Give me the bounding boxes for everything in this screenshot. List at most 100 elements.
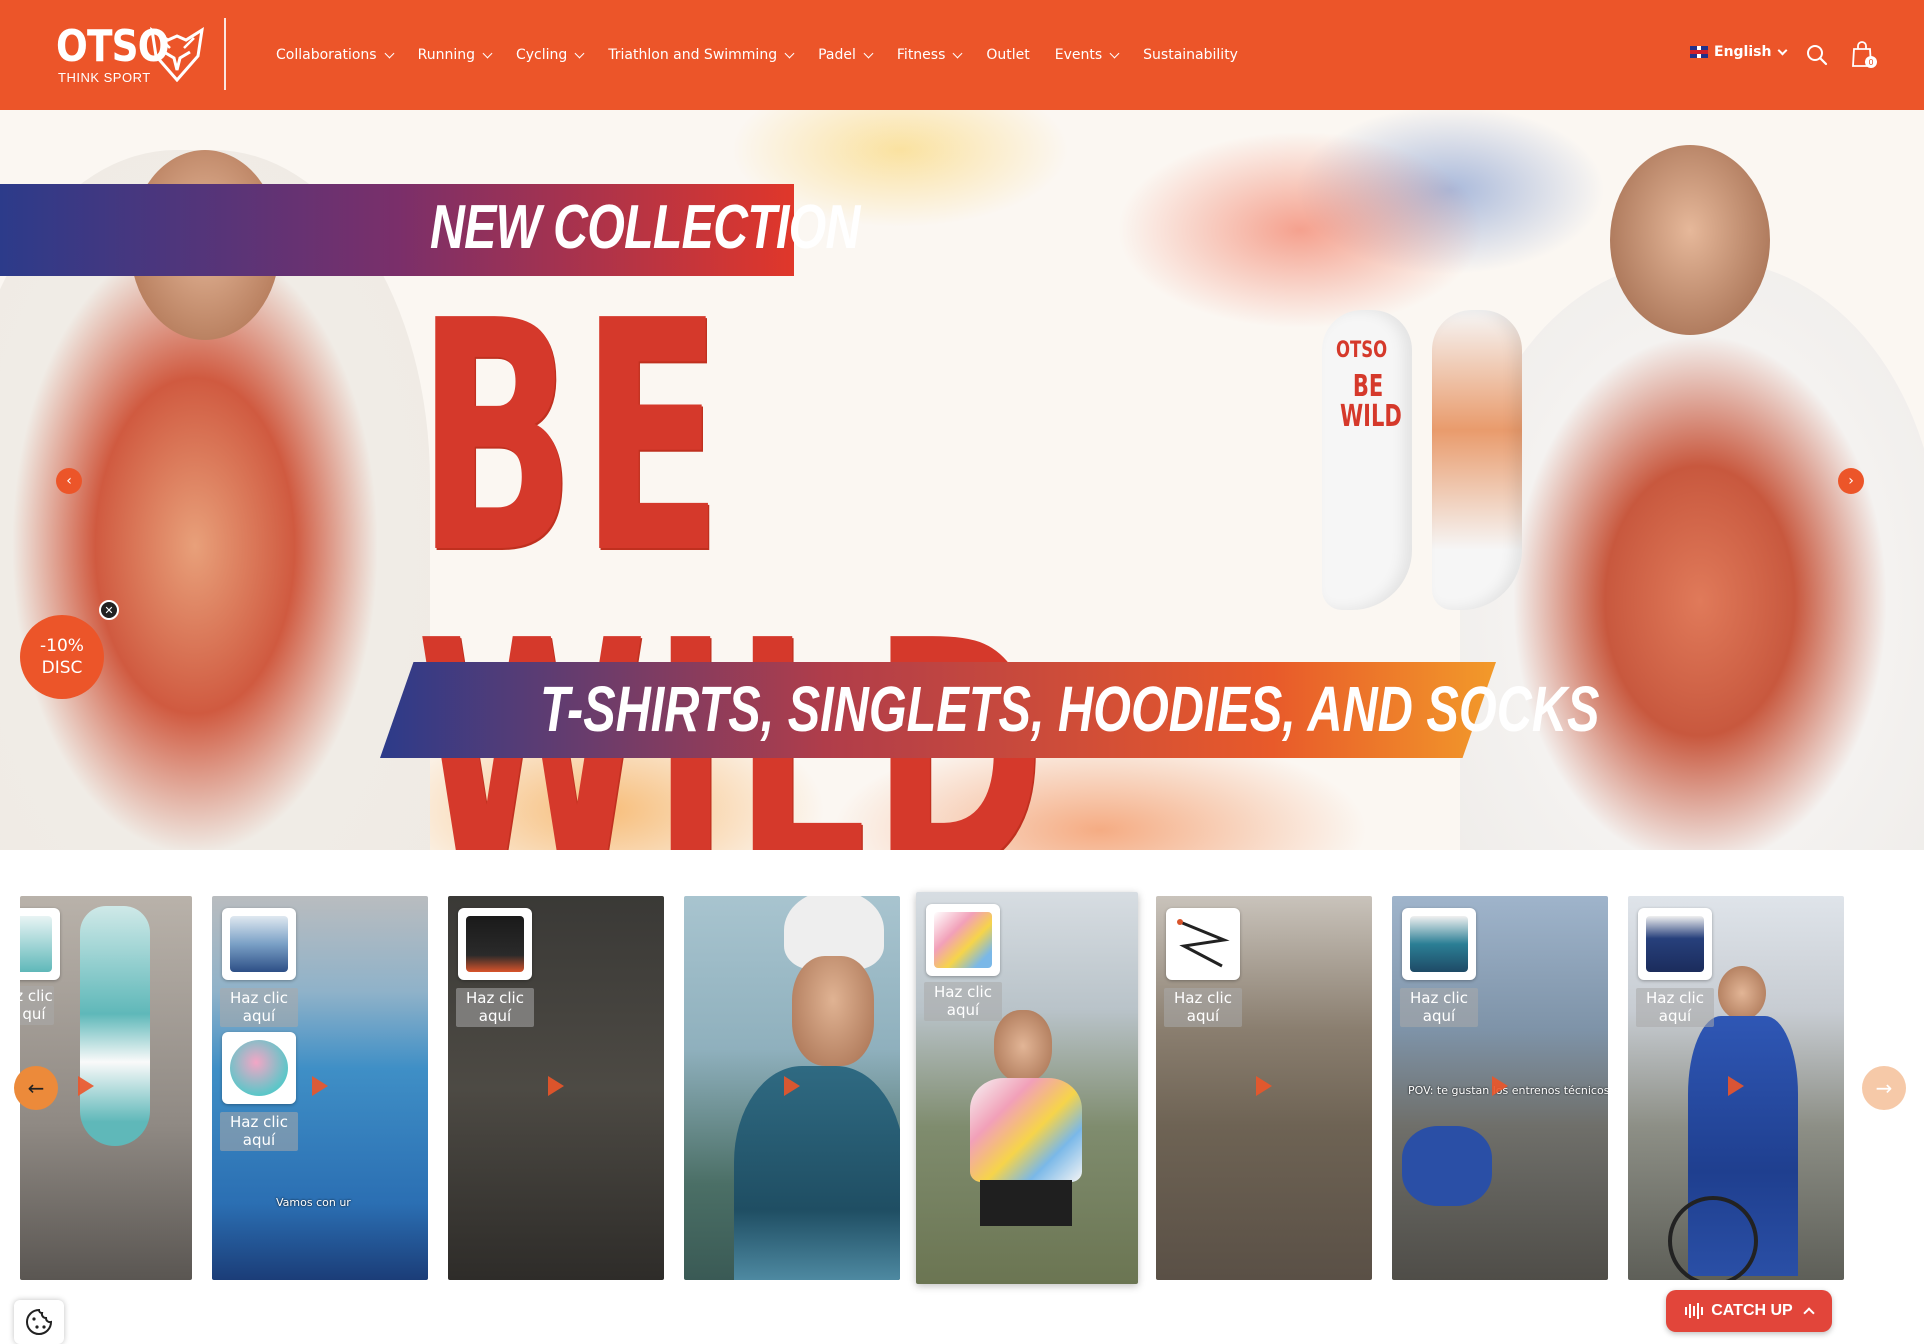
nav-triathlon-swimming[interactable]: Triathlon and Swimming [608,47,795,63]
chevron-down-icon [384,48,395,59]
brand-tagline: THINK SPORT [58,70,151,85]
play-icon[interactable] [784,1076,800,1096]
nav-fitness[interactable]: Fitness [896,47,963,63]
video-card[interactable]: Haz clic aquí [448,896,664,1280]
main-nav: Collaborations Running Cycling Triathlon… [276,0,1263,110]
product-thumbnail[interactable] [1166,908,1240,980]
gloves-image [1410,916,1468,972]
cyclist-face [1718,966,1766,1020]
hero-next-button[interactable]: › [1838,468,1864,494]
shopping-bag-icon[interactable]: 0 [1850,40,1878,70]
fox-logo-icon [150,26,204,82]
cta-label: Haz clic [1174,989,1232,1007]
cta-label: aquí [242,1131,276,1149]
product-thumbnail[interactable] [458,908,532,980]
product-image [466,916,524,972]
sock-video-frame [80,906,150,1146]
nav-events[interactable]: Events [1054,47,1120,63]
cta-button[interactable]: Haz clic aquí [456,988,534,1027]
discount-badge[interactable]: -10% DISC [20,615,104,699]
glove-hand [1402,1126,1492,1206]
cta-label: Haz clic [230,1113,288,1131]
cta-label: aquí [1658,1007,1692,1025]
cta-button[interactable]: Haz clic aquí [1400,988,1478,1027]
nav-label: Sustainability [1143,47,1238,63]
jacket-image [1646,916,1704,972]
nav-label: Events [1054,47,1103,63]
cta-button[interactable]: Haz clic aquí [220,1112,298,1151]
swim-cap-image [230,1040,288,1096]
product-thumbnail[interactable] [222,1032,296,1104]
products-label: T-SHIRTS, SINGLETS, HOODIES, AND SOCKS [540,673,1600,745]
close-icon[interactable]: ✕ [99,600,119,620]
cta-button[interactable]: Haz clic aquí [924,982,1002,1021]
cta-label: aquí [1422,1007,1456,1025]
cart-count: 0 [1868,58,1873,67]
product-thumbnail[interactable] [926,904,1000,976]
brand-logo[interactable]: OTSO THINK SPORT [56,22,206,88]
search-icon[interactable] [1806,44,1828,66]
cta-label: quí [22,1005,46,1023]
catch-up-label: CATCH UP [1711,1302,1793,1319]
arrow-left-icon: ← [27,1076,45,1100]
sock-text-line: WILD [1340,399,1402,434]
chevron-up-icon [1803,1307,1815,1319]
cta-label: Haz clic [934,983,992,1001]
video-card[interactable]: Haz clic aquí POV: te gustan los entrenos… [1392,896,1608,1280]
play-icon[interactable] [1492,1076,1508,1096]
nav-label: Fitness [896,47,946,63]
nav-outlet[interactable]: Outlet [986,47,1029,63]
cta-button[interactable]: Haz clic aquí [220,988,298,1027]
cookie-settings-button[interactable] [14,1300,64,1344]
play-icon[interactable] [548,1076,564,1096]
cta-label: aquí [242,1007,276,1025]
nav-collaborations[interactable]: Collaborations [276,47,395,63]
video-card[interactable] [684,896,900,1280]
model-right-image [1460,260,1924,850]
language-selector[interactable]: English [1690,44,1788,60]
discount-value: -10% [40,636,84,656]
cta-button[interactable]: Haz clic aquí [1636,988,1714,1027]
play-icon[interactable] [1728,1076,1744,1096]
nav-label: Triathlon and Swimming [608,47,778,63]
hero-prev-button[interactable]: ‹ [56,468,82,494]
product-thumbnail[interactable] [20,908,60,980]
product-thumbnail[interactable] [1402,908,1476,980]
cyclist-jersey [734,1066,900,1280]
video-card[interactable]: Haz clic aquí Haz clic aquí Vamos con ur [212,896,428,1280]
hero-headline: BE WILD [416,253,1045,850]
chevron-down-icon [784,48,795,59]
video-caption: Vamos con ur [276,1196,351,1209]
nav-cycling[interactable]: Cycling [515,47,585,63]
product-thumbnail[interactable] [1638,908,1712,980]
cta-button[interactable]: Haz clic aquí [1164,988,1242,1027]
cta-button[interactable]: z clicquí [20,986,54,1025]
play-icon[interactable] [78,1076,94,1096]
chevron-down-icon [863,48,874,59]
nav-padel[interactable]: Padel [818,47,874,63]
play-icon[interactable] [312,1076,328,1096]
cookie-icon [26,1308,53,1335]
catch-up-button[interactable]: CATCH UP [1666,1290,1832,1332]
carousel-prev-button[interactable]: ← [14,1066,58,1110]
nav-label: Collaborations [276,47,377,63]
product-thumbnail[interactable] [222,908,296,980]
logo-divider [224,18,226,90]
chevron-down-icon [482,48,493,59]
nav-running[interactable]: Running [418,47,493,63]
chevron-down-icon [1778,45,1788,55]
play-icon[interactable] [1256,1076,1272,1096]
cta-label: z clic [20,987,53,1005]
video-card-active[interactable]: Haz clic aquí [916,892,1138,1284]
sock-image [1432,310,1522,610]
nav-label: Cycling [515,47,568,63]
bike-wheel [1668,1196,1758,1280]
video-card[interactable]: Haz clic aquí [1156,896,1372,1280]
nav-sustainability[interactable]: Sustainability [1143,47,1238,63]
runner-face [994,1010,1052,1082]
video-card[interactable]: Haz clic aquí [1628,896,1844,1280]
sock-text: BE WILD [1340,372,1402,432]
product-image [20,916,52,972]
hero-banner[interactable]: NEW COLLECTION BE WILD OTSO BEWILD T-SHI… [0,110,1924,850]
carousel-next-button[interactable]: → [1862,1066,1906,1110]
